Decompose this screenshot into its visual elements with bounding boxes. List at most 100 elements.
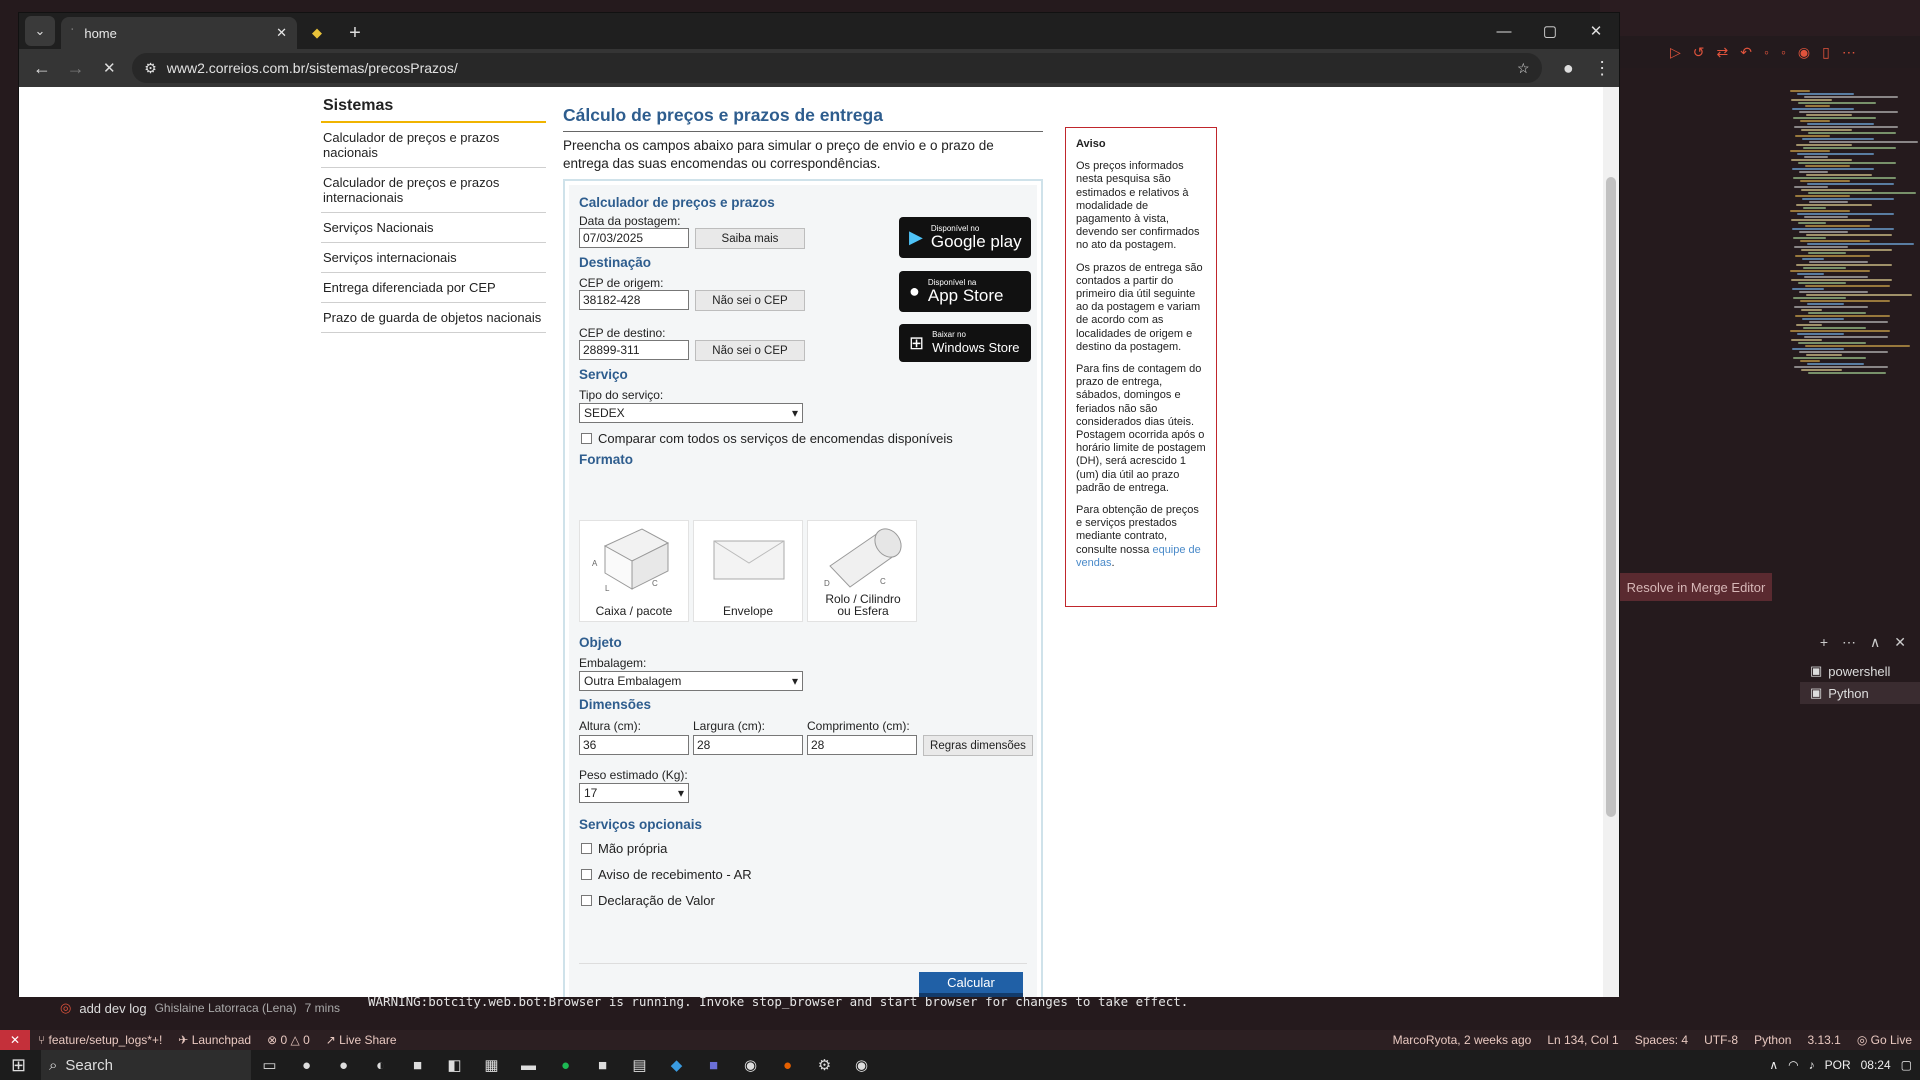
app-store-badge[interactable]: ● Disponível na App Store (899, 271, 1031, 312)
peso-select[interactable]: 17 ▾ (579, 783, 689, 803)
chrome-icon[interactable]: ◉ (732, 1050, 769, 1080)
aviso-recebimento-checkbox[interactable]: Aviso de recebimento - AR (581, 867, 752, 882)
altura-input[interactable]: 36 (579, 735, 689, 755)
tab-search-button[interactable]: ⌄ (25, 16, 55, 46)
encoding-status[interactable]: UTF-8 (1696, 1033, 1746, 1047)
split-icon[interactable]: ▯ (1822, 44, 1830, 61)
sidebar-item-servicos-internacionais[interactable]: Serviços internacionais (321, 243, 546, 273)
chrome-icon[interactable]: ◉ (843, 1050, 880, 1080)
language-status[interactable]: Python (1746, 1033, 1799, 1047)
format-envelope-option[interactable]: Envelope (693, 520, 803, 622)
outlook-icon[interactable]: ◧ (436, 1050, 473, 1080)
app-icon[interactable]: ■ (399, 1050, 436, 1080)
settings-icon[interactable]: ⚙ (806, 1050, 843, 1080)
sidebar-item-precos-internacionais[interactable]: Calculador de preços e prazos internacio… (321, 168, 546, 213)
app-icon[interactable]: ■ (584, 1050, 621, 1080)
live-share-status[interactable]: ↗ Live Share (318, 1033, 405, 1047)
calcular-button[interactable]: Calcular (919, 972, 1023, 997)
bookmark-star-icon[interactable]: ☆ (1517, 60, 1530, 77)
checkbox-box[interactable] (581, 895, 592, 906)
timeline-item[interactable]: ◎ add dev log Ghislaine Latorraca (Lena)… (60, 1000, 340, 1016)
tab-home[interactable]: ˙ home ✕ (61, 17, 297, 49)
checkbox-box[interactable] (581, 433, 592, 444)
sidebar-item-entrega-diferenciada[interactable]: Entrega diferenciada por CEP (321, 273, 546, 303)
launchpad-status[interactable]: ✈ Launchpad (170, 1033, 259, 1047)
close-panel-icon[interactable]: ✕ (1894, 634, 1906, 651)
start-icon[interactable]: ⊞ (0, 1050, 37, 1080)
remote-icon[interactable]: ✕ (0, 1030, 30, 1050)
volume-icon[interactable]: ♪ (1809, 1058, 1815, 1072)
language-indicator[interactable]: POR (1825, 1058, 1851, 1072)
largura-input[interactable]: 28 (693, 735, 803, 755)
task-view-icon[interactable]: ▭ (251, 1050, 288, 1080)
windows-store-badge[interactable]: ⊞ Baixar no Windows Store (899, 324, 1031, 362)
cep-destino-input[interactable]: 28899-311 (579, 340, 689, 360)
google-play-badge[interactable]: ▶ Disponível no Google play (899, 217, 1031, 258)
saiba-mais-button[interactable]: Saiba mais (695, 228, 805, 249)
vscode-icon[interactable]: ◆ (658, 1050, 695, 1080)
date-input[interactable]: 07/03/2025 (579, 228, 689, 248)
edge-icon[interactable]: ◐ (362, 1050, 399, 1080)
notes-icon[interactable]: ▤ (621, 1050, 658, 1080)
format-caixa-option[interactable]: A L C Caixa / pacote (579, 520, 689, 622)
minimize-icon[interactable]: — (1481, 13, 1527, 49)
run-icon[interactable]: ▷ (1670, 44, 1681, 61)
app-icon[interactable]: ● (288, 1050, 325, 1080)
revert-icon[interactable]: ↶ (1740, 44, 1752, 61)
compare-icon[interactable]: ⇄ (1717, 44, 1729, 61)
close-icon[interactable]: ✕ (276, 25, 287, 41)
address-bar[interactable]: ⚙ www2.correios.com.br/sistemas/precosPr… (132, 53, 1542, 83)
live-icon[interactable]: ◉ (1798, 44, 1810, 61)
page-scrollbar[interactable] (1603, 87, 1619, 997)
comprimento-input[interactable]: 28 (807, 735, 917, 755)
more-icon[interactable]: ⋯ (1842, 44, 1856, 61)
explorer-icon[interactable]: ▬ (510, 1050, 547, 1080)
chevron-up-icon[interactable]: ∧ (1769, 1058, 1778, 1072)
app-icon[interactable]: ● (325, 1050, 362, 1080)
profile-icon[interactable]: ● (1552, 51, 1586, 85)
nao-sei-cep-destino-button[interactable]: Não sei o CEP (695, 340, 805, 361)
notification-icon[interactable]: ▢ (1901, 1058, 1912, 1072)
add-terminal-icon[interactable]: + (1820, 634, 1828, 650)
sidebar-item-servicos-nacionais[interactable]: Serviços Nacionais (321, 213, 546, 243)
maximize-panel-icon[interactable]: ∧ (1870, 634, 1880, 651)
declaracao-valor-checkbox[interactable]: Declaração de Valor (581, 893, 715, 908)
terminal-python[interactable]: ▣ Python (1800, 682, 1920, 704)
taskbar-search[interactable]: ⌕ Search (41, 1050, 251, 1080)
sidebar-item-prazo-guarda[interactable]: Prazo de guarda de objetos nacionais (321, 303, 546, 333)
resolve-merge-editor-button[interactable]: Resolve in Merge Editor (1620, 573, 1772, 601)
tipo-servico-select[interactable]: SEDEX ▾ (579, 403, 803, 423)
clock[interactable]: 08:24 (1861, 1058, 1891, 1072)
terminal-powershell[interactable]: ▣ powershell (1800, 660, 1920, 682)
apps-icon[interactable]: ▦ (473, 1050, 510, 1080)
dot-icon[interactable]: ◦ (1781, 44, 1786, 60)
checkbox-box[interactable] (581, 843, 592, 854)
cursor-position[interactable]: Ln 134, Col 1 (1539, 1033, 1626, 1047)
maximize-icon[interactable]: ▢ (1527, 13, 1573, 49)
wifi-icon[interactable]: ◠ (1788, 1058, 1798, 1072)
site-info-icon[interactable]: ⚙ (144, 60, 157, 77)
go-live-status[interactable]: ◎ Go Live (1849, 1033, 1920, 1047)
checkbox-box[interactable] (581, 869, 592, 880)
python-version-status[interactable]: 3.13.1 (1799, 1033, 1848, 1047)
sidebar-item-precos-nacionais[interactable]: Calculador de preços e prazos nacionais (321, 123, 546, 168)
branch-status[interactable]: ⑂ feature/setup_logs*+! (30, 1033, 170, 1047)
mao-propria-checkbox[interactable]: Mão própria (581, 841, 667, 856)
new-tab-button[interactable]: + (337, 17, 373, 49)
close-icon[interactable]: ✕ (1573, 13, 1619, 49)
more-icon[interactable]: ⋯ (1842, 634, 1856, 651)
tab-python[interactable]: ◆ (297, 17, 337, 49)
indent-status[interactable]: Spaces: 4 (1627, 1033, 1696, 1047)
comparar-checkbox[interactable]: Comparar com todos os serviços de encome… (581, 431, 953, 446)
back-icon[interactable]: ← (25, 51, 59, 85)
cep-origem-input[interactable]: 38182-428 (579, 290, 689, 310)
menu-icon[interactable]: ⋮ (1585, 51, 1619, 85)
forward-icon[interactable]: → (59, 51, 93, 85)
spotify-icon[interactable]: ● (547, 1050, 584, 1080)
history-icon[interactable]: ↺ (1693, 44, 1705, 61)
problems-status[interactable]: ⊗ 0 △ 0 (259, 1033, 318, 1047)
dot-icon[interactable]: ◦ (1764, 44, 1769, 60)
scrollbar-thumb[interactable] (1606, 177, 1616, 817)
nao-sei-cep-origem-button[interactable]: Não sei o CEP (695, 290, 805, 311)
format-rolo-option[interactable]: D C Rolo / Cilindro ou Esfera (807, 520, 917, 622)
